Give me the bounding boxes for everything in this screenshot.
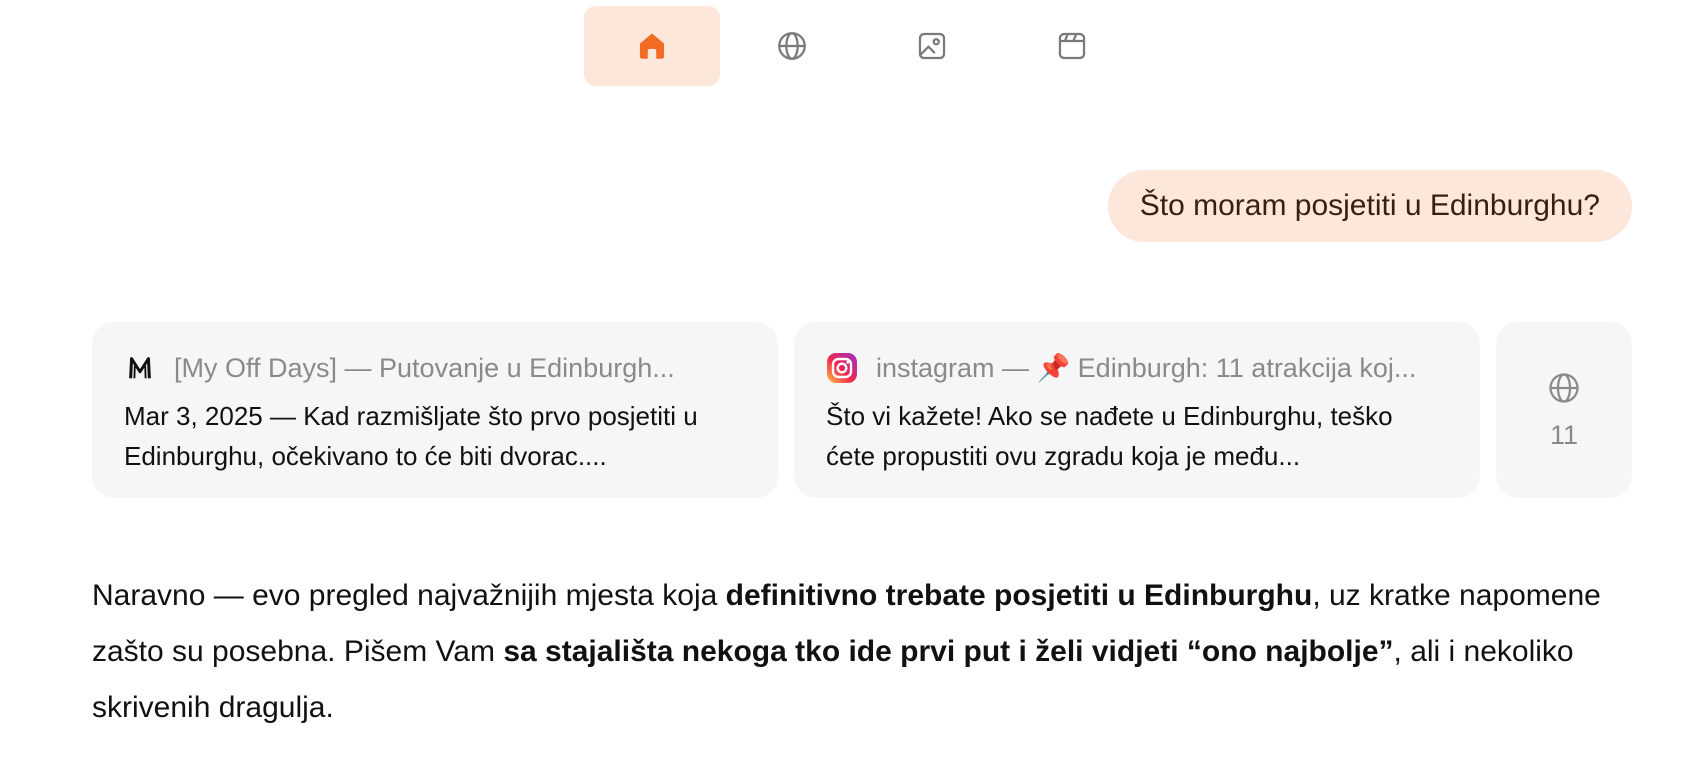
sources-row: [My Off Days] — Putovanje u Edinburgh...… <box>92 322 1632 498</box>
source-snippet: Što vi kažete! Ako se nađete u Edinburgh… <box>826 401 1393 471</box>
search-mode-tabs <box>584 6 1144 86</box>
video-icon <box>1058 32 1086 60</box>
image-icon <box>918 32 946 60</box>
more-sources-button[interactable]: 11 <box>1496 322 1632 498</box>
my-off-days-logo-icon <box>124 352 156 384</box>
sources-count: 11 <box>1549 419 1579 450</box>
tab-images[interactable] <box>864 6 1000 86</box>
tab-videos[interactable] <box>1004 6 1140 86</box>
home-icon <box>639 33 665 59</box>
user-message-bubble: Što moram posjetiti u Edinburghu? <box>1107 170 1632 242</box>
tab-web[interactable] <box>724 6 860 86</box>
globe-icon <box>778 32 806 60</box>
answer-bold-text: definitivno trebate posjetiti u Edinburg… <box>725 579 1313 612</box>
source-snippet: Mar 3, 2025 — Kad razmišljate što prvo p… <box>124 401 698 471</box>
source-title: [My Off Days] — Putovanje u Edinburgh... <box>174 352 675 383</box>
source-card[interactable]: [My Off Days] — Putovanje u Edinburgh...… <box>92 322 778 498</box>
source-card[interactable]: instagram — 📌 Edinburgh: 11 atrakcija ko… <box>794 322 1480 498</box>
assistant-answer: Naravno — evo pregled najvažnijih mjesta… <box>92 579 1601 724</box>
instagram-logo-icon <box>826 352 858 384</box>
globe-icon <box>1549 372 1579 403</box>
answer-bold-text: sa stajališta nekoga tko ide prvi put i … <box>503 635 1394 668</box>
tab-home[interactable] <box>584 6 720 86</box>
source-title: instagram — 📌 Edinburgh: 11 atrakcija ko… <box>876 353 1417 383</box>
